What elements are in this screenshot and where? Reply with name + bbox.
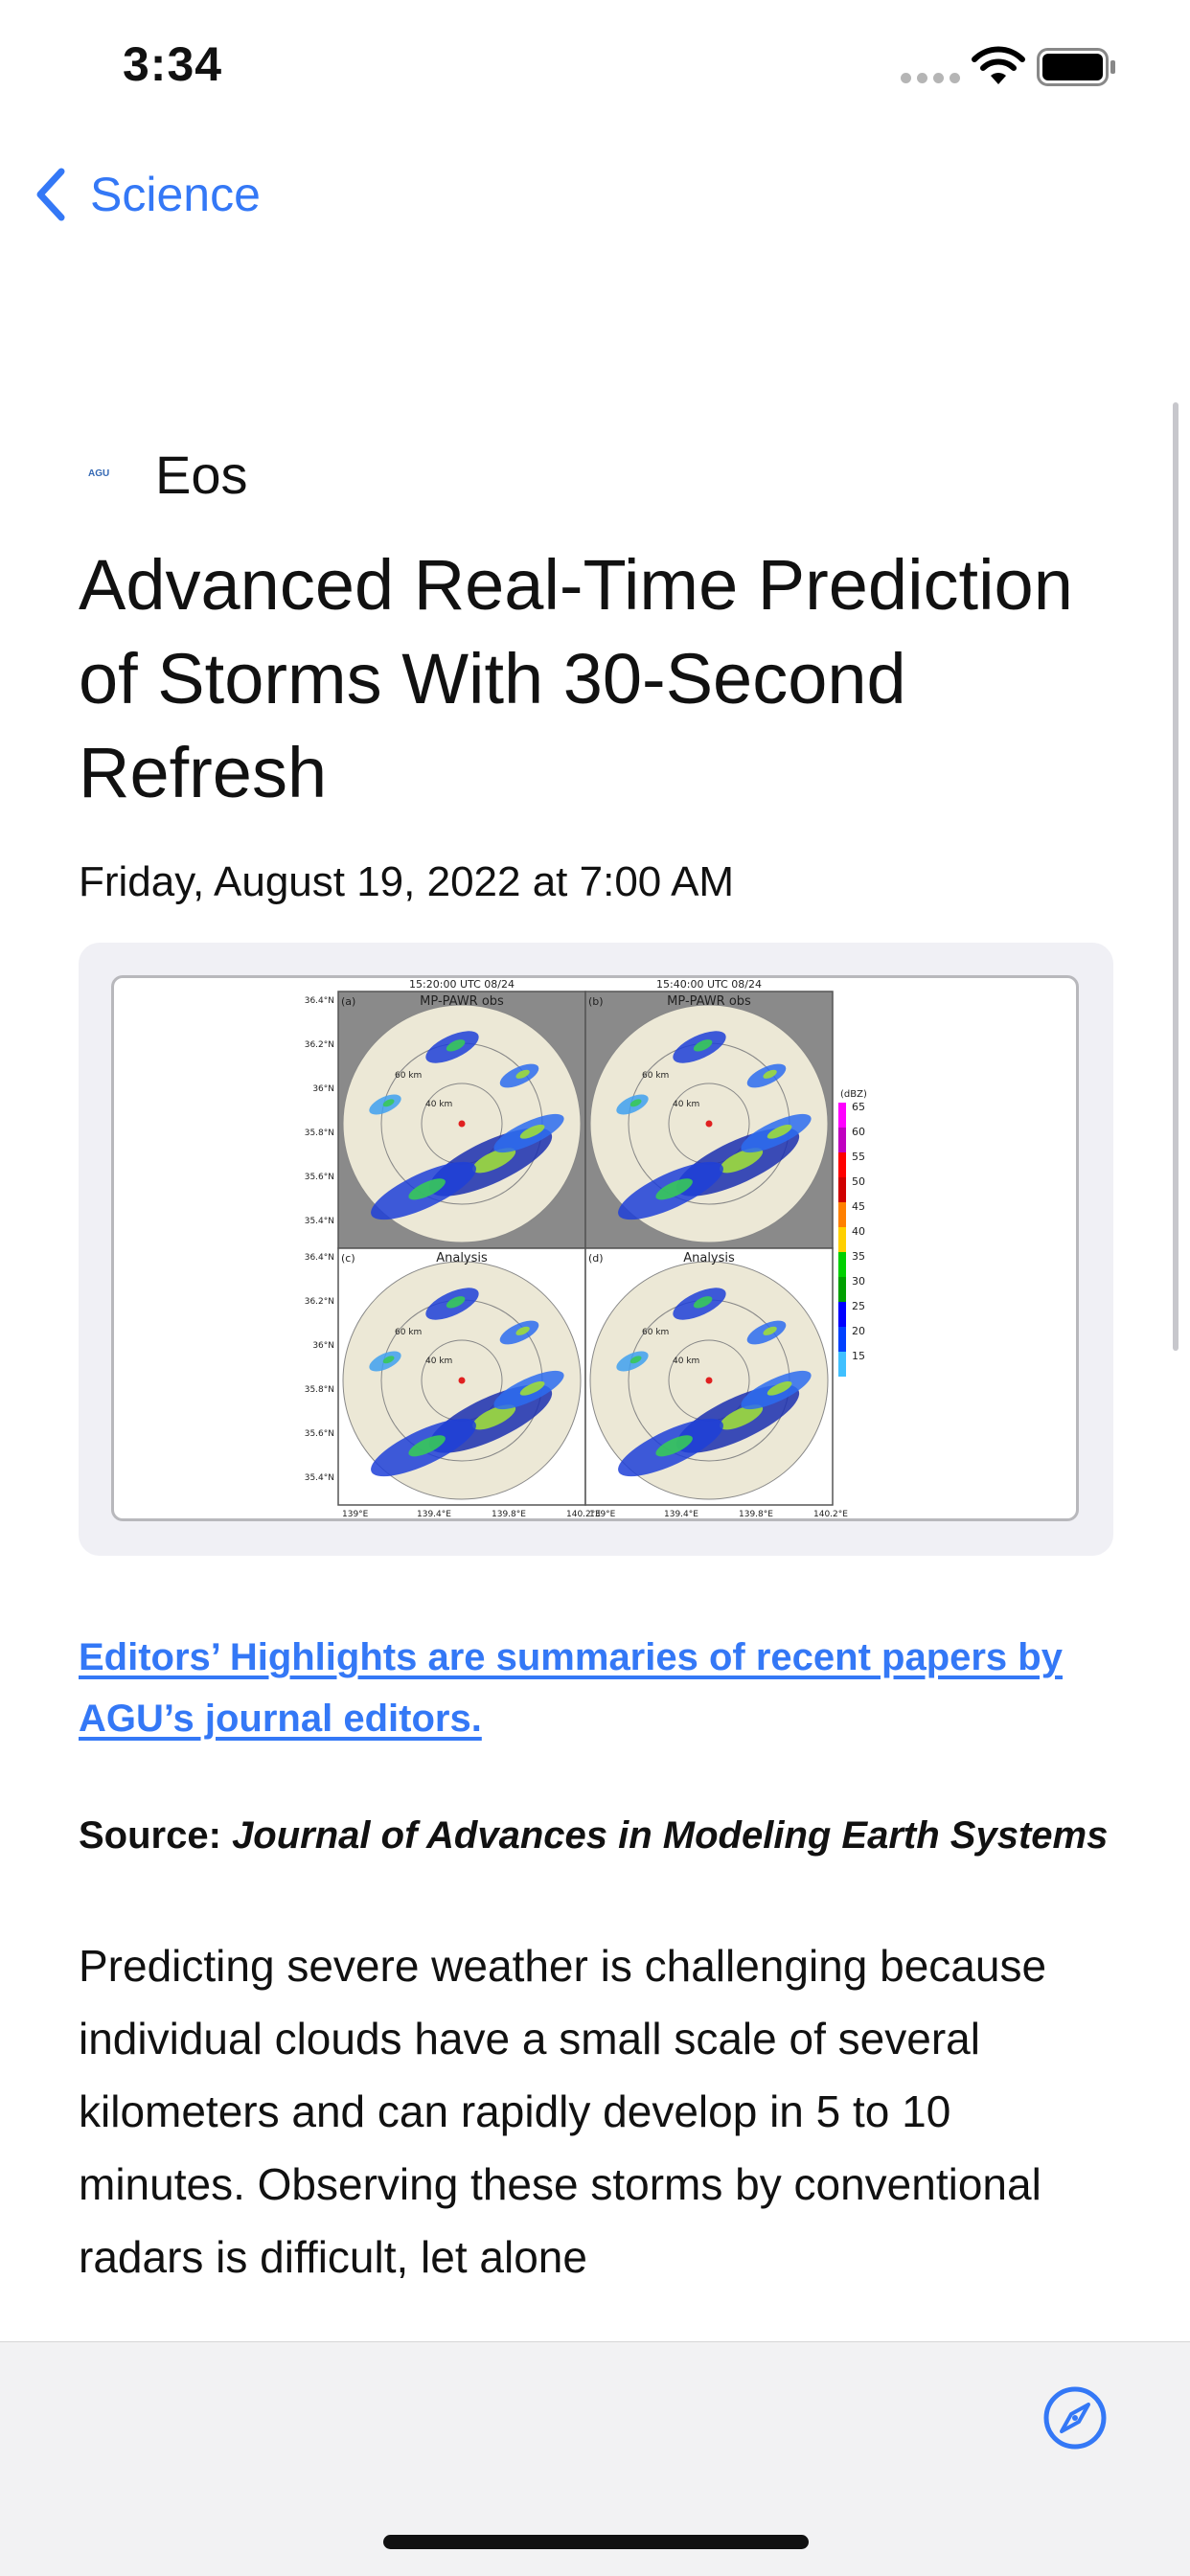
colorbar-swatch bbox=[838, 1252, 846, 1277]
colorbar-level: 60 bbox=[852, 1126, 865, 1138]
radar-figure: (a) MP-PAWR obs 60 km 40 km (b) MP-PAWR obs 60… bbox=[305, 978, 867, 1518]
publisher-row: AGU Eos bbox=[79, 441, 1113, 508]
latitude-tick: 36.2°N bbox=[305, 1297, 334, 1307]
latitude-tick: 35.8°N bbox=[305, 1128, 334, 1138]
range-label: 60 km bbox=[642, 1071, 669, 1081]
colorbar-swatch bbox=[838, 1177, 846, 1202]
colorbar-swatch bbox=[838, 1352, 846, 1377]
panel-label: Analysis bbox=[436, 1251, 488, 1265]
colorbar-level: 65 bbox=[852, 1101, 865, 1113]
longitude-tick: 139.4°E bbox=[417, 1510, 451, 1518]
range-label: 40 km bbox=[673, 1100, 699, 1109]
colorbar-swatch bbox=[838, 1128, 846, 1152]
panel-tag: (d) bbox=[588, 1252, 604, 1265]
latitude-tick: 36°N bbox=[312, 1341, 334, 1351]
editors-highlights-link[interactable]: Editors’ Highlights are summaries of rec… bbox=[79, 1627, 1113, 1749]
latitude-tick: 35.6°N bbox=[305, 1429, 334, 1439]
back-button-label: Science bbox=[90, 168, 261, 221]
latitude-tick: 36.4°N bbox=[305, 1253, 334, 1263]
chevron-left-icon bbox=[36, 168, 65, 221]
publisher-logo: AGU bbox=[88, 468, 110, 479]
range-label: 40 km bbox=[673, 1356, 699, 1366]
range-label: 60 km bbox=[642, 1328, 669, 1337]
battery-icon bbox=[1037, 48, 1115, 86]
colorbar-level: 20 bbox=[852, 1325, 865, 1337]
colorbar-swatch bbox=[838, 1152, 846, 1177]
source-line: Source: Journal of Advances in Modeling … bbox=[79, 1805, 1113, 1866]
radar-figure-frame: (a) MP-PAWR obs 60 km 40 km (b) MP-PAWR obs 60… bbox=[111, 975, 1079, 1521]
longitude-tick: 139.8°E bbox=[739, 1510, 773, 1518]
colorbar-level: 30 bbox=[852, 1275, 865, 1288]
article: AGU Eos Advanced Real-Time Prediction of… bbox=[79, 441, 1113, 2293]
radar-site-dot bbox=[705, 1377, 713, 1384]
colorbar-level: 35 bbox=[852, 1250, 865, 1263]
longitude-tick: 139.8°E bbox=[492, 1510, 526, 1518]
colorbar-level: 40 bbox=[852, 1225, 865, 1238]
range-label: 40 km bbox=[425, 1100, 452, 1109]
range-label: 60 km bbox=[395, 1071, 422, 1081]
longitude-tick: 139°E bbox=[589, 1510, 616, 1518]
radar-site-dot bbox=[458, 1120, 466, 1128]
cellular-signal-icon bbox=[901, 73, 960, 83]
status-time: 3:34 bbox=[123, 37, 223, 91]
panel-tag: (a) bbox=[341, 995, 355, 1008]
panel-tag: (b) bbox=[588, 995, 604, 1008]
status-bar: 3:34 bbox=[0, 0, 1190, 134]
article-date: Friday, August 19, 2022 at 7:00 AM bbox=[79, 858, 735, 905]
panel-label: Analysis bbox=[683, 1251, 735, 1265]
latitude-tick: 36°N bbox=[312, 1084, 334, 1094]
panel-tag: (c) bbox=[341, 1252, 355, 1265]
back-button[interactable]: Science bbox=[33, 161, 261, 228]
panel-timestamp: 15:40:00 UTC 08/24 bbox=[656, 978, 762, 991]
colorbar-swatch bbox=[838, 1227, 846, 1252]
panel-label: MP-PAWR obs bbox=[667, 994, 751, 1009]
longitude-tick: 140.2°E bbox=[813, 1510, 848, 1518]
range-label: 60 km bbox=[395, 1328, 422, 1337]
colorbar-swatch bbox=[838, 1302, 846, 1327]
source-label: Source: bbox=[79, 1814, 221, 1857]
scroll-indicator[interactable] bbox=[1173, 402, 1179, 1351]
article-body-paragraph: Predicting severe weather is challenging… bbox=[79, 1941, 1047, 2282]
longitude-tick: 139°E bbox=[342, 1510, 369, 1518]
colorbar-unit: (dBZ) bbox=[840, 1089, 867, 1100]
article-headline: Advanced Real-Time Prediction of Storms … bbox=[79, 545, 1073, 812]
colorbar-level: 45 bbox=[852, 1200, 865, 1213]
latitude-tick: 36.4°N bbox=[305, 996, 334, 1006]
latitude-tick: 35.8°N bbox=[305, 1385, 334, 1395]
colorbar-level: 55 bbox=[852, 1151, 865, 1163]
source-journal: Journal of Advances in Modeling Earth Sy… bbox=[232, 1814, 1109, 1857]
panel-label: MP-PAWR obs bbox=[420, 994, 504, 1009]
latitude-tick: 35.6°N bbox=[305, 1173, 334, 1182]
colorbar-level: 50 bbox=[852, 1175, 865, 1188]
safari-compass-icon[interactable] bbox=[1042, 2385, 1108, 2451]
home-indicator bbox=[383, 2535, 809, 2549]
radar-site-dot bbox=[705, 1120, 713, 1128]
colorbar-level: 15 bbox=[852, 1350, 865, 1362]
colorbar-level: 25 bbox=[852, 1300, 865, 1312]
colorbar-swatch bbox=[838, 1277, 846, 1302]
article-figure[interactable]: (a) MP-PAWR obs 60 km 40 km (b) MP-PAWR obs 60… bbox=[79, 943, 1113, 1556]
latitude-tick: 36.2°N bbox=[305, 1040, 334, 1050]
latitude-tick: 35.4°N bbox=[305, 1473, 334, 1483]
latitude-tick: 35.4°N bbox=[305, 1217, 334, 1226]
publisher-name: Eos bbox=[155, 444, 248, 505]
range-label: 40 km bbox=[425, 1356, 452, 1366]
longitude-tick: 139.4°E bbox=[664, 1510, 698, 1518]
colorbar-swatch bbox=[838, 1202, 846, 1227]
wifi-icon bbox=[972, 46, 1025, 84]
radar-site-dot bbox=[458, 1377, 466, 1384]
panel-timestamp: 15:20:00 UTC 08/24 bbox=[409, 978, 515, 991]
colorbar-swatch bbox=[838, 1103, 846, 1128]
colorbar-swatch bbox=[838, 1327, 846, 1352]
